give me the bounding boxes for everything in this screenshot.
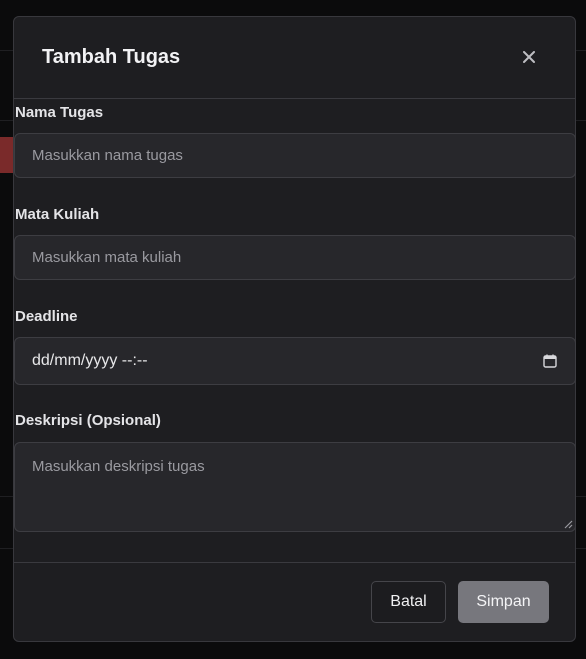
deskripsi-textarea[interactable]: Masukkan deskripsi tugas [14, 442, 576, 532]
cancel-button[interactable]: Batal [371, 581, 446, 623]
mata-kuliah-label: Mata Kuliah [15, 206, 100, 223]
resize-handle-icon[interactable] [563, 519, 573, 529]
nama-tugas-placeholder: Masukkan nama tugas [32, 147, 183, 164]
deskripsi-label: Deskripsi (Opsional) [15, 412, 161, 429]
nama-tugas-label: Nama Tugas [15, 104, 104, 121]
deadline-input[interactable]: dd/mm/yyyy --:-- [14, 337, 576, 385]
close-button[interactable] [519, 47, 539, 67]
calendar-icon[interactable] [543, 354, 557, 368]
background-badge [0, 137, 14, 173]
modal-header: Tambah Tugas [14, 17, 575, 99]
deadline-label: Deadline [15, 308, 78, 325]
deskripsi-placeholder: Masukkan deskripsi tugas [32, 458, 205, 475]
modal-footer-divider [14, 562, 575, 563]
nama-tugas-input[interactable]: Masukkan nama tugas [14, 133, 576, 178]
add-task-modal: Tambah Tugas Nama Tugas Masukkan nama tu… [13, 16, 576, 642]
close-icon [523, 51, 535, 63]
mata-kuliah-input[interactable]: Masukkan mata kuliah [14, 235, 576, 280]
mata-kuliah-placeholder: Masukkan mata kuliah [32, 249, 182, 266]
deadline-value: dd/mm/yyyy --:-- [32, 352, 148, 369]
save-button[interactable]: Simpan [458, 581, 549, 623]
modal-title: Tambah Tugas [42, 46, 181, 68]
